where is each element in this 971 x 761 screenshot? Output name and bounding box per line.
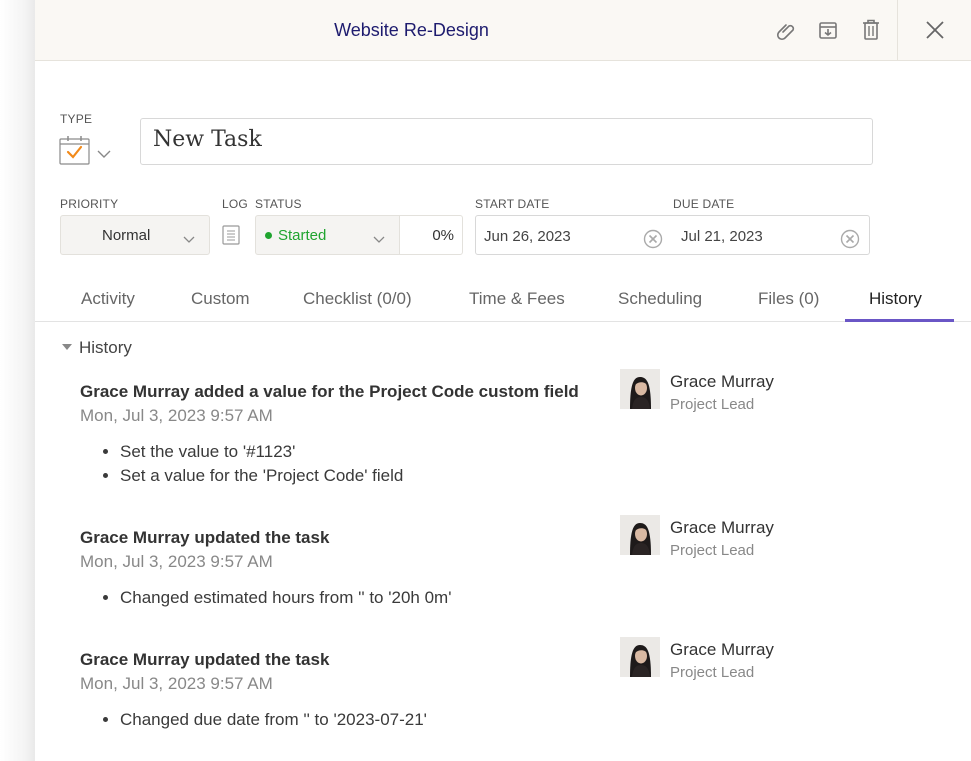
tab-scheduling[interactable]: Scheduling <box>618 289 702 309</box>
user-name: Grace Murray <box>670 640 774 659</box>
type-label: TYPE <box>60 112 93 126</box>
tab-history[interactable]: History <box>869 289 922 309</box>
chevron-down-icon <box>373 231 385 249</box>
entry-title: Grace Murray added a value for the Proje… <box>80 382 579 401</box>
header-divider <box>897 0 898 61</box>
log-label: LOG <box>222 197 248 211</box>
avatar <box>620 369 660 409</box>
priority-value: Normal <box>102 227 151 244</box>
trash-icon[interactable] <box>859 18 883 42</box>
detail-item: Set the value to '#1123' <box>120 440 403 464</box>
status-dot <box>265 232 272 239</box>
archive-icon[interactable] <box>816 18 840 42</box>
project-title: Website Re-Design <box>334 20 489 40</box>
priority-select[interactable]: Normal <box>60 215 210 255</box>
history-section-title[interactable]: History <box>79 338 132 358</box>
status-value: Started <box>278 227 327 244</box>
date-range: Jun 26, 2023 Jul 21, 2023 <box>475 215 870 255</box>
task-calendar-icon[interactable] <box>59 135 91 170</box>
tab-files[interactable]: Files (0) <box>758 289 819 309</box>
user-role: Project Lead <box>670 396 755 413</box>
tab-checklist[interactable]: Checklist (0/0) <box>303 289 412 309</box>
panel-header: Website Re-Design <box>35 0 971 61</box>
collapse-triangle-icon[interactable] <box>62 344 72 350</box>
tab-custom[interactable]: Custom <box>191 289 250 309</box>
start-date-label: START DATE <box>475 197 550 211</box>
entry-details: Set the value to '#1123' Set a value for… <box>120 440 403 488</box>
type-chevron-down-icon[interactable] <box>97 146 111 164</box>
entry-details: Changed due date from '' to '2023-07-21' <box>120 708 427 732</box>
entry-details: Changed estimated hours from '' to '20h … <box>120 586 451 610</box>
detail-item: Changed due date from '' to '2023-07-21' <box>120 708 427 732</box>
status-select[interactable]: Started 0% <box>255 215 463 255</box>
tab-bar: Activity Custom Checklist (0/0) Time & F… <box>35 276 971 322</box>
backdrop <box>0 0 35 761</box>
tab-activity[interactable]: Activity <box>81 289 135 309</box>
due-date-label: DUE DATE <box>673 197 735 211</box>
detail-item: Set a value for the 'Project Code' field <box>120 464 403 488</box>
detail-item: Changed estimated hours from '' to '20h … <box>120 586 451 610</box>
chevron-down-icon <box>183 231 195 249</box>
clear-due-date-icon[interactable] <box>840 229 860 249</box>
log-icon[interactable] <box>222 225 240 250</box>
tab-time-fees[interactable]: Time & Fees <box>469 289 565 309</box>
percent-value: 0% <box>432 227 454 244</box>
task-name-input[interactable]: New Task <box>140 118 873 165</box>
user-name: Grace Murray <box>670 372 774 391</box>
due-date-input[interactable]: Jul 21, 2023 <box>681 228 763 245</box>
clear-start-date-icon[interactable] <box>643 229 663 249</box>
entry-date: Mon, Jul 3, 2023 9:57 AM <box>80 552 273 571</box>
active-tab-indicator <box>845 319 954 322</box>
user-role: Project Lead <box>670 664 755 681</box>
start-date-input[interactable]: Jun 26, 2023 <box>484 228 571 245</box>
user-role: Project Lead <box>670 542 755 559</box>
priority-label: PRIORITY <box>60 197 119 211</box>
status-label: STATUS <box>255 197 302 211</box>
entry-title: Grace Murray updated the task <box>80 650 330 669</box>
percent-complete-input[interactable]: 0% <box>399 215 463 255</box>
paperclip-icon[interactable] <box>774 18 798 42</box>
avatar <box>620 515 660 555</box>
avatar <box>620 637 660 677</box>
user-name: Grace Murray <box>670 518 774 537</box>
entry-date: Mon, Jul 3, 2023 9:57 AM <box>80 406 273 425</box>
entry-title: Grace Murray updated the task <box>80 528 330 547</box>
task-panel: Website Re-Design TYPE New Task PRIORITY… <box>35 0 971 761</box>
entry-date: Mon, Jul 3, 2023 9:57 AM <box>80 674 273 693</box>
close-icon[interactable] <box>923 18 947 42</box>
